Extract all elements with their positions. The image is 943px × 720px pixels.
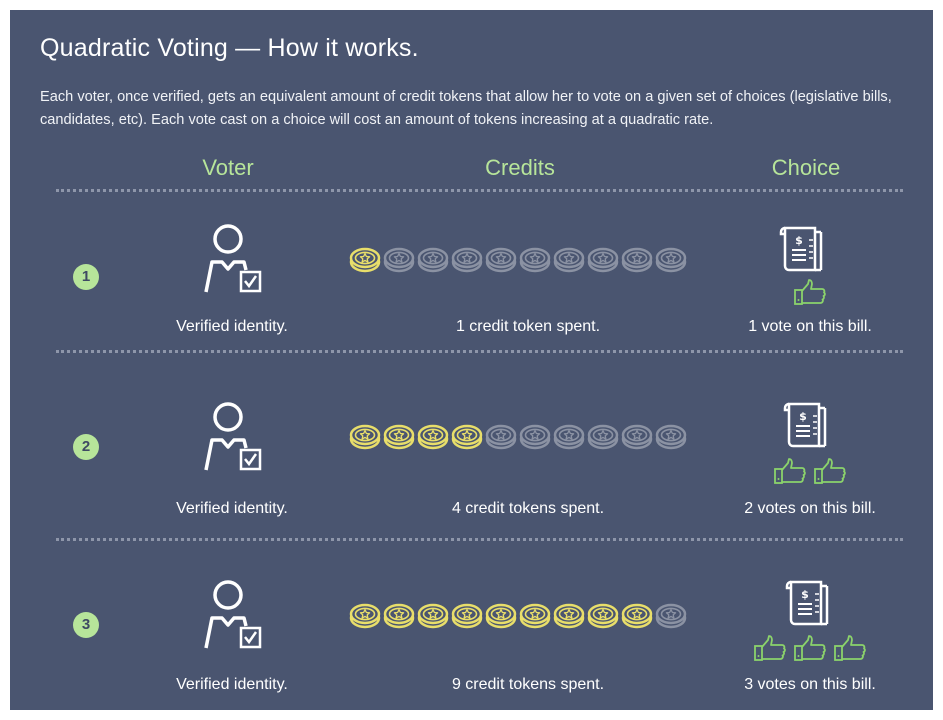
credit-token-spent-icon bbox=[349, 247, 381, 273]
divider bbox=[56, 189, 903, 192]
credit-token-unspent-icon bbox=[383, 247, 415, 273]
page-title: Quadratic Voting — How it works. bbox=[40, 34, 419, 62]
credit-token-spent-icon bbox=[485, 603, 517, 629]
example-row-3: 3 $ Verified identity. 9 credit tokens s… bbox=[10, 550, 933, 720]
bill-icon: $ bbox=[785, 580, 829, 626]
credit-token-spent-icon bbox=[451, 424, 483, 450]
credit-token-spent-icon bbox=[587, 603, 619, 629]
votes bbox=[710, 634, 910, 664]
thumbs-up-icon bbox=[814, 458, 846, 484]
credit-tokens bbox=[349, 245, 689, 275]
credit-token-spent-icon bbox=[349, 603, 381, 629]
votes bbox=[710, 278, 910, 308]
credit-token-unspent-icon bbox=[655, 424, 687, 450]
credit-token-unspent-icon bbox=[655, 603, 687, 629]
example-row-2: 2 $ Verified identity. 4 credit tokens s… bbox=[10, 370, 933, 540]
choice-caption: 3 votes on this bill. bbox=[744, 676, 876, 693]
choice-caption: 1 vote on this bill. bbox=[748, 318, 872, 335]
credit-tokens bbox=[349, 422, 689, 452]
credit-token-unspent-icon bbox=[485, 424, 517, 450]
verified-voter-icon bbox=[204, 580, 262, 649]
credits-caption: 1 credit token spent. bbox=[455, 318, 601, 335]
credit-token-unspent-icon bbox=[621, 424, 653, 450]
bill-icon: $ bbox=[783, 402, 827, 448]
column-header-choice: Choice bbox=[771, 155, 841, 180]
thumbs-up-icon bbox=[794, 635, 826, 661]
intro-text: Each voter, once verified, gets an equiv… bbox=[40, 89, 892, 128]
svg-text:$: $ bbox=[799, 410, 807, 423]
credit-token-spent-icon bbox=[621, 603, 653, 629]
divider bbox=[56, 350, 903, 353]
divider bbox=[56, 538, 903, 541]
credit-token-spent-icon bbox=[417, 424, 449, 450]
credit-token-unspent-icon bbox=[451, 247, 483, 273]
credit-token-spent-icon bbox=[451, 603, 483, 629]
credit-token-spent-icon bbox=[519, 603, 551, 629]
step-badge: 3 bbox=[73, 612, 99, 638]
infographic-panel: Quadratic Voting — How it works. Each vo… bbox=[10, 10, 933, 710]
bill-icon: $ bbox=[779, 226, 823, 272]
credit-token-spent-icon bbox=[553, 603, 585, 629]
credit-token-unspent-icon bbox=[621, 247, 653, 273]
credits-caption: 4 credit tokens spent. bbox=[451, 500, 605, 517]
credit-token-unspent-icon bbox=[587, 424, 619, 450]
verified-voter-icon bbox=[204, 224, 262, 293]
thumbs-up-icon bbox=[834, 635, 866, 661]
credit-token-unspent-icon bbox=[417, 247, 449, 273]
credit-tokens bbox=[349, 601, 689, 631]
voter-caption: Verified identity. bbox=[176, 500, 288, 517]
credit-token-unspent-icon bbox=[485, 247, 517, 273]
column-header-voter: Voter bbox=[202, 155, 254, 180]
step-badge: 1 bbox=[73, 264, 99, 290]
svg-text:$: $ bbox=[801, 588, 809, 601]
thumbs-up-icon bbox=[794, 279, 826, 305]
credit-token-spent-icon bbox=[383, 603, 415, 629]
svg-text:$: $ bbox=[795, 234, 803, 247]
choice-caption: 2 votes on this bill. bbox=[744, 500, 876, 517]
credit-token-unspent-icon bbox=[553, 247, 585, 273]
column-header-credits: Credits bbox=[485, 155, 555, 180]
credit-token-spent-icon bbox=[383, 424, 415, 450]
example-row-1: 1 $ Verified identity. 1 credit token sp… bbox=[10, 200, 933, 370]
credit-token-unspent-icon bbox=[655, 247, 687, 273]
credit-token-unspent-icon bbox=[553, 424, 585, 450]
verified-voter-icon bbox=[204, 402, 262, 471]
credit-token-unspent-icon bbox=[587, 247, 619, 273]
credit-token-unspent-icon bbox=[519, 424, 551, 450]
voter-caption: Verified identity. bbox=[176, 676, 288, 693]
credit-token-unspent-icon bbox=[519, 247, 551, 273]
step-badge: 2 bbox=[73, 434, 99, 460]
voter-caption: Verified identity. bbox=[176, 318, 288, 335]
credits-caption: 9 credit tokens spent. bbox=[451, 676, 605, 693]
credit-token-spent-icon bbox=[349, 424, 381, 450]
thumbs-up-icon bbox=[774, 458, 806, 484]
votes bbox=[710, 457, 910, 487]
credit-token-spent-icon bbox=[417, 603, 449, 629]
thumbs-up-icon bbox=[754, 635, 786, 661]
